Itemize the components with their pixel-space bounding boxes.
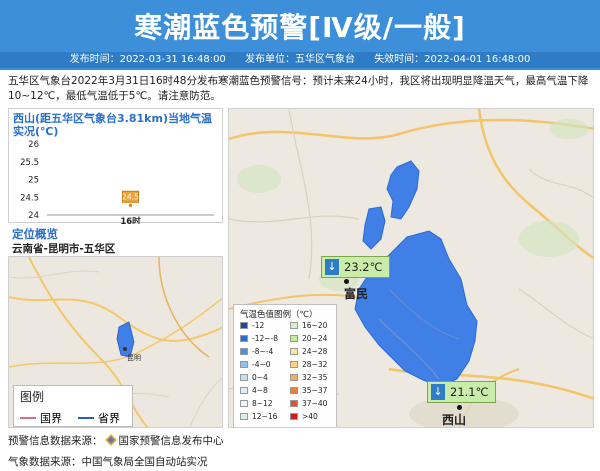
temp-legend-swatch	[290, 387, 298, 394]
location-path: 云南省-昆明市-五华区	[12, 243, 116, 255]
y-tick-label: 24.5	[20, 193, 39, 203]
temp-legend-item: 37~40	[290, 399, 327, 409]
location-minimap[interactable]: 昆明 图例 国界 省界	[8, 256, 223, 428]
temp-legend-swatch	[290, 400, 298, 407]
warning-description: 五华区气象台2022年3月31日16时48分发布寒潮蓝色预警信号：预计未来24小…	[8, 75, 589, 102]
temperature-chart-panel: 26 25.5 25 24.5 24 16时 24.5 西山(距五华区气象台3.81km)当…	[8, 108, 223, 224]
legend-item-national-border: 国界	[20, 410, 62, 426]
place-label-xishan: 西山	[442, 413, 467, 427]
legend-title: 图例	[20, 390, 45, 404]
station-temp-value: 23.2℃	[344, 260, 383, 274]
data-point	[128, 203, 133, 208]
warning-meta-bar: 发布时间：2022-03-31 16:48:00 发布单位：五华区气象台 失效时…	[0, 52, 600, 68]
y-tick-label: 24	[28, 211, 39, 221]
location-title: 定位概览	[12, 227, 58, 241]
x-tick-label: 16时	[120, 216, 141, 224]
minimap-label: 昆明	[127, 354, 141, 362]
station-dot-fumin	[344, 279, 349, 284]
warning-area-map[interactable]: ↓ 23.2℃ 富民 ↓ 21.1℃ 西山 气温色值图例（℃） -12 -12~-…	[228, 108, 594, 428]
temp-legend-swatch	[290, 348, 298, 355]
y-tick-label: 25	[28, 176, 39, 186]
temp-legend-item: >40	[290, 412, 318, 422]
expire-time: 失效时间：2022-04-01 16:48:00	[374, 54, 531, 65]
page-title: 寒潮蓝色预警[Ⅳ级/一般]	[134, 11, 466, 44]
temp-legend-swatch	[240, 348, 248, 355]
warning-area-north	[386, 160, 420, 220]
temp-legend-label: -12	[252, 321, 265, 330]
temp-legend-swatch	[290, 361, 298, 368]
chart-title: 西山(距五华区气象台3.81km)当地气温实况(℃)	[13, 112, 212, 138]
temp-legend-swatch	[240, 400, 248, 407]
temp-legend-title: 气温色值图例（℃）	[240, 310, 318, 320]
warning-area-west	[362, 206, 386, 250]
temp-legend-item: 24~28	[290, 347, 327, 357]
temp-legend-swatch	[240, 335, 248, 342]
station-temp-fumin[interactable]: ↓ 23.2℃	[321, 256, 390, 278]
temp-legend-label: 32~35	[302, 373, 328, 382]
temp-legend-label: 28~32	[302, 360, 328, 369]
province-border-swatch	[78, 417, 94, 419]
y-tick-label: 25.5	[20, 158, 39, 168]
national-border-swatch	[20, 417, 36, 419]
temp-legend-label: 12~16	[252, 412, 278, 421]
temp-legend-swatch	[240, 387, 248, 394]
temp-legend-label: 35~37	[302, 386, 328, 395]
header-bar: 寒潮蓝色预警[Ⅳ级/一般] 发布时间：2022-03-31 16:48:00 发…	[0, 0, 600, 70]
temp-legend-swatch	[240, 374, 248, 381]
temp-legend-item: 0~4	[240, 373, 268, 383]
temp-legend-label: 20~24	[302, 334, 328, 343]
temp-legend-swatch	[240, 361, 248, 368]
temp-legend-item: 4~8	[240, 386, 268, 396]
temp-legend-label: -4~0	[252, 360, 271, 369]
warning-center-logo-icon	[104, 434, 117, 446]
temp-legend-swatch	[290, 413, 298, 420]
temp-legend-item: 32~35	[290, 373, 327, 383]
weather-data-source: 气象数据来源：中国气象局全国自动站实况	[8, 456, 208, 468]
station-temp-value: 21.1℃	[450, 385, 489, 399]
temp-legend-label: >40	[302, 412, 318, 421]
down-arrow-icon: ↓	[325, 259, 339, 275]
temp-legend-label: 8~12	[252, 399, 273, 408]
down-arrow-icon: ↓	[431, 384, 445, 400]
temp-legend-item: -8~-4	[240, 347, 273, 357]
place-label-fumin: 富民	[344, 287, 369, 301]
legend-item-province-border: 省界	[78, 410, 120, 426]
minimap-legend: 图例 国界 省界	[13, 385, 133, 427]
temp-legend-label: -12~-8	[252, 334, 279, 343]
station-dot-xishan	[457, 405, 462, 410]
temp-legend-swatch	[290, 374, 298, 381]
temp-legend-swatch	[290, 322, 298, 329]
temp-legend-swatch	[240, 322, 248, 329]
temp-legend-label: 0~4	[252, 373, 268, 382]
temp-legend-label: 24~28	[302, 347, 328, 356]
temp-legend-item: -12~-8	[240, 334, 278, 344]
publish-time: 发布时间：2022-03-31 16:48:00	[69, 54, 226, 65]
station-temp-xishan[interactable]: ↓ 21.1℃	[427, 381, 496, 403]
y-tick-label: 26	[28, 140, 39, 150]
temp-legend-item: 20~24	[290, 334, 327, 344]
temp-legend-label: 16~20	[302, 321, 328, 330]
temp-legend-item: 28~32	[290, 360, 327, 370]
temp-legend-item: 8~12	[240, 399, 273, 409]
temp-legend-item: 35~37	[290, 386, 327, 396]
temp-legend-label: 4~8	[252, 386, 268, 395]
warning-area-main	[354, 230, 478, 388]
temp-legend-swatch	[240, 413, 248, 420]
data-label: 24.5	[122, 192, 139, 201]
temp-legend-label: 37~40	[302, 399, 328, 408]
temperature-color-legend: 气温色值图例（℃） -12 -12~-8 -8~-4 -4~0 0~4 4~8 8~12 12…	[233, 304, 337, 427]
temp-legend-item: -12	[240, 321, 264, 331]
temp-legend-item: -4~0	[240, 360, 271, 370]
temp-legend-label: -8~-4	[252, 347, 274, 356]
temp-legend-item: 12~16	[240, 412, 277, 422]
publisher: 发布单位：五华区气象台	[245, 54, 355, 65]
temp-legend-swatch	[290, 335, 298, 342]
temp-legend-item: 16~20	[290, 321, 327, 331]
warning-source: 预警信息数据来源： 国家预警信息发布中心	[8, 434, 224, 447]
